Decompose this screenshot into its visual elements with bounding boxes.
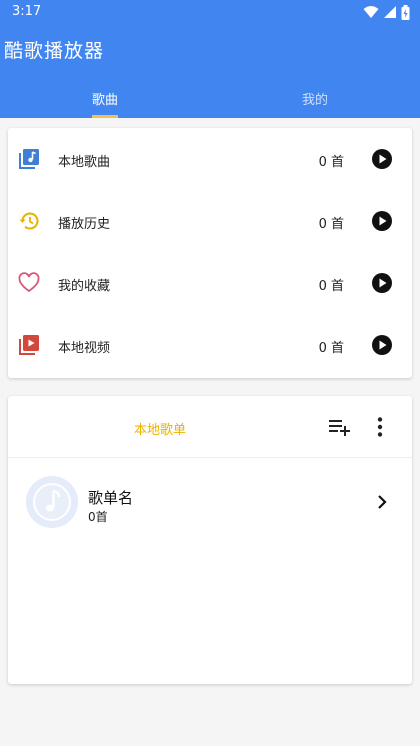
signal-icon <box>384 6 396 18</box>
play-icon[interactable] <box>372 273 392 293</box>
tab-mine[interactable]: 我的 <box>210 80 420 118</box>
library-item-local-songs[interactable]: 本地歌曲 0 首 <box>8 128 412 190</box>
playlist-name: 歌单名 <box>88 489 134 507</box>
playlist-item[interactable]: 歌单名 0首 <box>8 462 412 544</box>
library-item-label: 播放历史 <box>58 217 111 232</box>
tab-mine-label: 我的 <box>301 93 328 108</box>
play-icon[interactable] <box>372 149 392 169</box>
local-music-icon <box>19 149 39 169</box>
tab-songs[interactable]: 歌曲 <box>0 80 210 118</box>
tab-indicator <box>92 115 118 118</box>
tab-songs-label: 歌曲 <box>91 93 118 108</box>
library-item-local-video[interactable]: 本地视频 0 首 <box>8 314 412 376</box>
playlist-song-count: 0首 <box>88 510 108 524</box>
status-time: 3:17 <box>12 4 42 19</box>
play-icon[interactable] <box>372 211 392 231</box>
library-item-count: 0 首 <box>318 341 344 356</box>
playlist-section-title: 本地歌单 <box>134 423 187 438</box>
library-item-history[interactable]: 播放历史 0 首 <box>8 190 412 252</box>
more-options-icon[interactable] <box>372 416 388 438</box>
library-item-count: 0 首 <box>318 217 344 232</box>
library-item-label: 我的收藏 <box>58 279 111 294</box>
library-item-label: 本地歌曲 <box>58 155 111 170</box>
app-bar: 3:17 酷歌播放器 歌曲 我的 <box>0 0 420 118</box>
library-card: 本地歌曲 0 首 播放历史 0 首 我的收藏 0 首 本地视频 0 首 <box>8 128 412 378</box>
app-title: 酷歌播放器 <box>4 40 105 62</box>
library-item-count: 0 首 <box>318 279 344 294</box>
chevron-right-icon[interactable] <box>376 494 388 510</box>
battery-icon <box>401 4 410 20</box>
playlist-cover-icon <box>26 476 78 528</box>
playlist-header: 本地歌单 <box>8 396 412 458</box>
wifi-icon <box>363 6 379 18</box>
add-playlist-icon[interactable] <box>328 417 350 437</box>
video-icon <box>19 335 39 355</box>
history-icon <box>19 212 39 230</box>
library-item-label: 本地视频 <box>58 341 111 356</box>
play-icon[interactable] <box>372 335 392 355</box>
playlist-card: 本地歌单 歌单名 0首 <box>8 396 412 684</box>
heart-icon <box>18 272 40 293</box>
library-item-count: 0 首 <box>318 155 344 170</box>
library-item-favorites[interactable]: 我的收藏 0 首 <box>8 252 412 314</box>
tab-bar: 歌曲 我的 <box>0 80 420 118</box>
status-bar: 3:17 <box>0 0 420 24</box>
status-icons <box>363 4 410 20</box>
